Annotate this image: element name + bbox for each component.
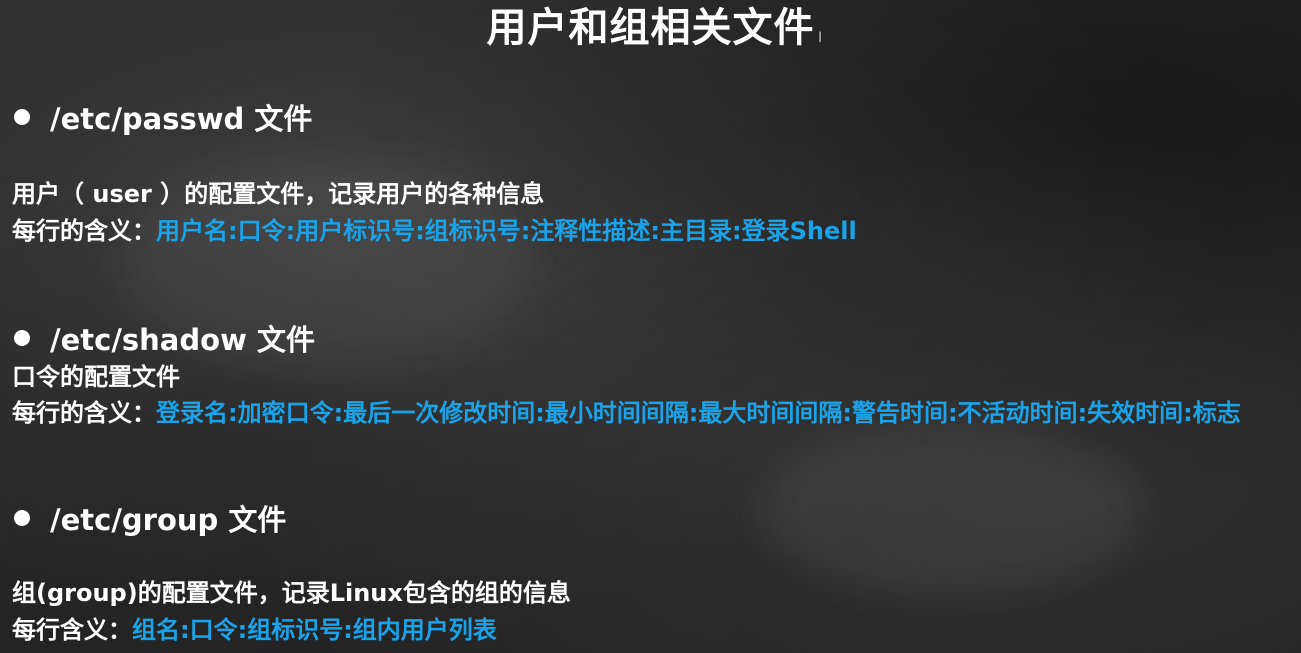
meaning-fields: 组名:口令:组标识号:组内用户列表 xyxy=(132,616,497,644)
section-heading-group: /etc/group 文件 xyxy=(14,502,286,538)
section-heading-passwd: /etc/passwd 文件 xyxy=(14,101,312,137)
meaning-label: 每行的含义： xyxy=(12,217,156,245)
passwd-meaning: 每行的含义：用户名:口令:用户标识号:组标识号:注释性描述:主目录:登录Shel… xyxy=(12,214,857,248)
page-title: 用户和组相关文件 xyxy=(486,5,815,51)
heading-text: /etc/passwd 文件 xyxy=(50,102,313,136)
heading-text: /etc/group 文件 xyxy=(50,503,287,537)
meaning-fields: 登录名:加密口令:最后一次修改时间:最小时间间隔:最大时间间隔:警告时间:不活动… xyxy=(156,399,1241,427)
group-meaning: 每行含义：组名:口令:组标识号:组内用户列表 xyxy=(12,613,497,647)
passwd-description: 用户（ user ）的配置文件，记录用户的各种信息 xyxy=(12,180,545,208)
meaning-label: 每行含义： xyxy=(12,616,132,644)
section-heading-shadow: /etc/shadow 文件 xyxy=(14,322,315,358)
meaning-label: 每行的含义： xyxy=(12,399,156,427)
bullet-icon xyxy=(14,109,30,125)
meaning-fields: 用户名:口令:用户标识号:组标识号:注释性描述:主目录:登录Shell xyxy=(156,217,857,245)
bullet-icon xyxy=(14,330,30,346)
bullet-icon xyxy=(14,510,30,526)
shadow-meaning: 每行的含义：登录名:加密口令:最后一次修改时间:最小时间间隔:最大时间间隔:警告… xyxy=(12,396,1297,430)
shadow-description: 口令的配置文件 xyxy=(12,363,180,391)
text-cursor-icon: I xyxy=(818,30,823,46)
group-description: 组(group)的配置文件，记录Linux包含的组的信息 xyxy=(12,579,571,607)
heading-text: /etc/shadow 文件 xyxy=(50,323,315,357)
chalk-smudge xyxy=(760,420,1140,600)
